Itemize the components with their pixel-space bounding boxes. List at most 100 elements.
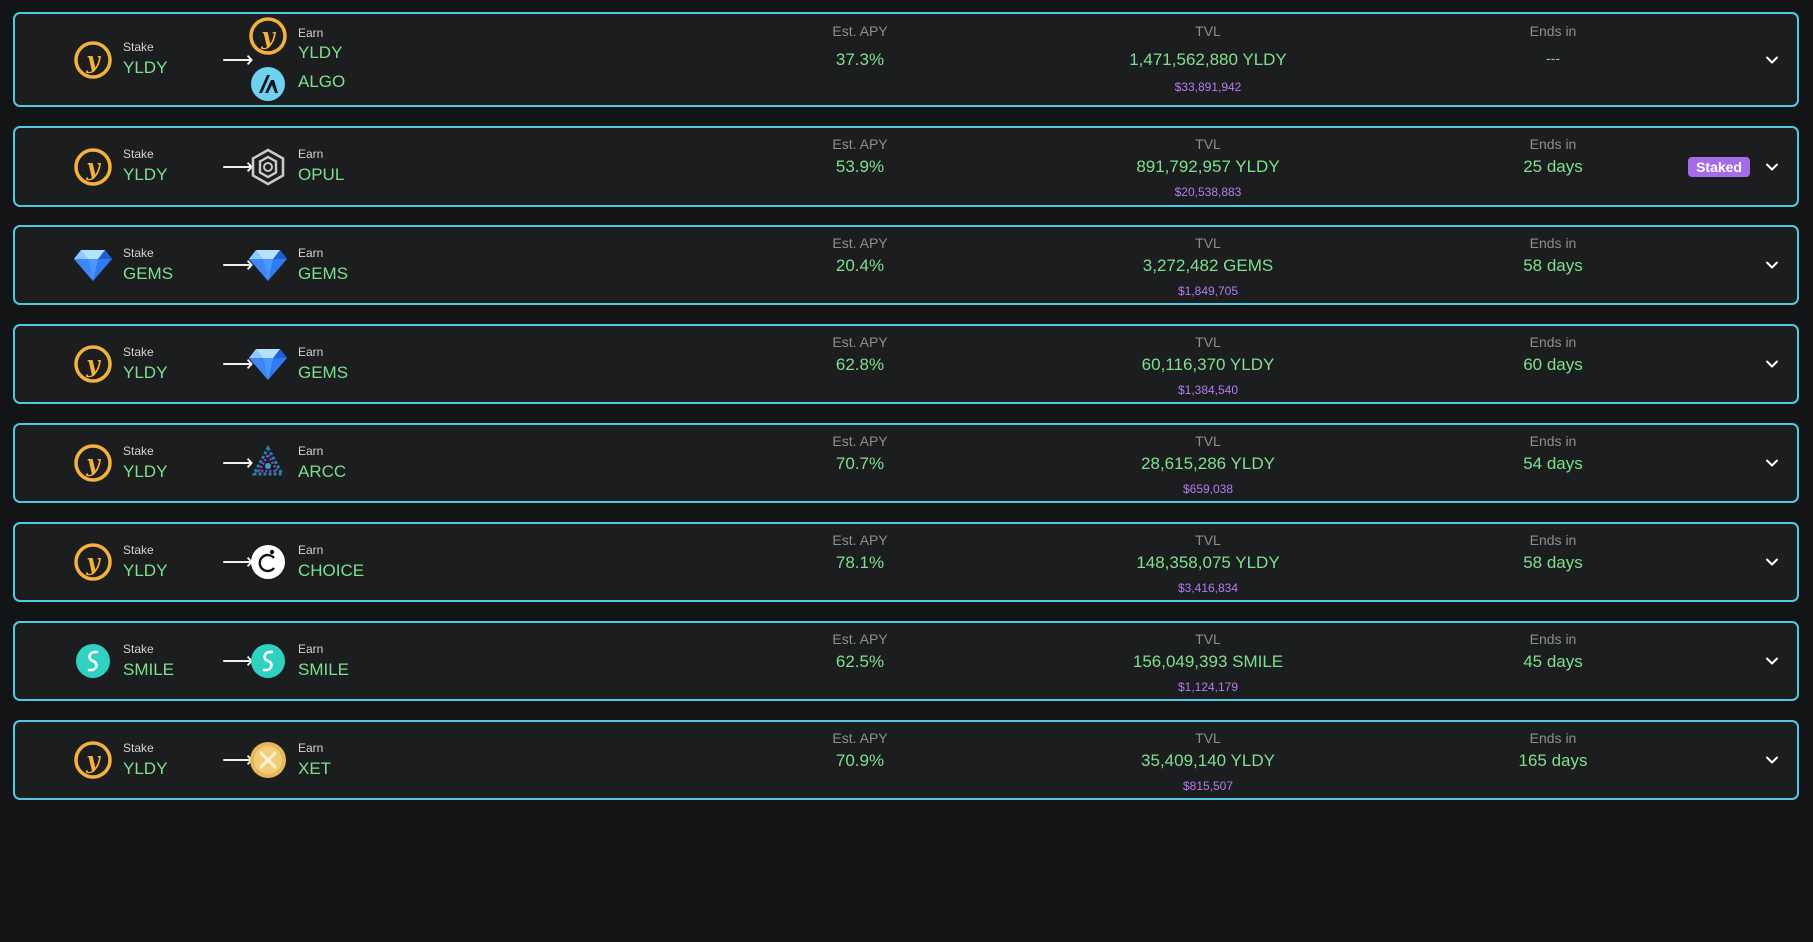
- apy-column: Est. APY 78.1%: [710, 524, 1010, 600]
- pool-row[interactable]: y Stake YLDY ⟶ Earn GEMS Est. APY 62.8% …: [13, 324, 1799, 404]
- stake-token: y Stake YLDY: [73, 425, 167, 501]
- stake-label: Stake: [123, 40, 154, 54]
- apy-value: 53.9%: [835, 157, 885, 176]
- arcc-icon: [248, 443, 288, 483]
- ends-value: 58 days: [1523, 553, 1583, 572]
- ends-header: Ends in: [1529, 631, 1577, 647]
- pool-row[interactable]: Stake SMILE ⟶ Earn SMILE Est. APY 62.5% …: [13, 621, 1799, 701]
- tvl-value: 3,272,482 GEMS: [1142, 256, 1274, 275]
- apy-value: 78.1%: [835, 553, 885, 572]
- pool-row[interactable]: y Stake YLDY ⟶ Earn ARCC Est. APY 70.7% …: [13, 423, 1799, 503]
- chevron-down-icon[interactable]: [1765, 258, 1779, 272]
- tvl-column: TVL 891,792,957 YLDY $20,538,883: [1058, 128, 1358, 205]
- tvl-column: TVL 60,116,370 YLDY $1,384,540: [1058, 326, 1358, 402]
- apy-header: Est. APY: [832, 23, 888, 39]
- pool-row[interactable]: y Stake YLDY ⟶ y Earn YLDY ALGO Est. APY…: [13, 12, 1799, 107]
- ends-value: 45 days: [1523, 652, 1583, 671]
- stake-token: y Stake YLDY: [73, 524, 167, 600]
- earn-symbol: YLDY: [298, 43, 343, 62]
- tvl-header: TVL: [1195, 433, 1221, 449]
- earn-symbol: XET: [298, 758, 332, 778]
- earn-token: Earn GEMS: [248, 227, 348, 303]
- stake-token: Stake GEMS: [73, 227, 173, 303]
- tvl-header: TVL: [1195, 136, 1221, 152]
- tvl-header: TVL: [1195, 235, 1221, 251]
- stake-symbol: YLDY: [123, 58, 168, 77]
- ends-column: Ends in 60 days: [1403, 326, 1703, 402]
- tvl-usd-value: $1,124,179: [1177, 680, 1239, 694]
- tvl-value: 35,409,140 YLDY: [1141, 751, 1275, 770]
- earn-symbol: GEMS: [298, 362, 349, 382]
- stake-label: Stake: [123, 740, 154, 755]
- opul-icon: [248, 147, 288, 187]
- yldy-icon: y: [73, 40, 113, 80]
- earn-token: Earn GEMS: [248, 326, 348, 402]
- xet-icon: [248, 740, 288, 780]
- gems-icon: [248, 344, 288, 384]
- ends-value: 60 days: [1523, 355, 1583, 374]
- stake-label: Stake: [123, 344, 154, 359]
- ends-header: Ends in: [1529, 23, 1577, 39]
- chevron-down-icon[interactable]: [1765, 456, 1779, 470]
- tvl-usd-value: $20,538,883: [1174, 185, 1242, 199]
- svg-text:y: y: [85, 154, 101, 181]
- ends-value: 58 days: [1523, 256, 1583, 275]
- apy-header: Est. APY: [832, 730, 888, 746]
- stake-label: Stake: [123, 245, 154, 260]
- stake-symbol: YLDY: [123, 165, 168, 184]
- stake-label: Stake: [123, 147, 154, 161]
- ends-header: Ends in: [1529, 136, 1577, 152]
- apy-header: Est. APY: [832, 532, 888, 548]
- svg-text:y: y: [85, 747, 101, 774]
- earn-label: Earn: [298, 542, 324, 557]
- earn-label: Earn: [298, 26, 324, 40]
- tvl-usd-value: $659,038: [1182, 482, 1234, 496]
- earn-symbol: CHOICE: [298, 560, 365, 580]
- gems-icon: [73, 245, 113, 285]
- tvl-header: TVL: [1195, 532, 1221, 548]
- earn-symbol: ARCC: [298, 461, 347, 481]
- ends-header: Ends in: [1529, 235, 1577, 251]
- ends-column: Ends in 54 days: [1403, 425, 1703, 501]
- pool-row[interactable]: Stake GEMS ⟶ Earn GEMS Est. APY 20.4% TV…: [13, 225, 1799, 305]
- earn-token: y Earn YLDY ALGO: [248, 14, 345, 105]
- tvl-header: TVL: [1195, 631, 1221, 647]
- tvl-usd-value: $815,507: [1182, 779, 1234, 793]
- tvl-value: 1,471,562,880 YLDY: [1129, 50, 1287, 69]
- apy-value: 62.8%: [835, 355, 885, 374]
- yldy-icon: y: [73, 740, 113, 780]
- chevron-down-icon[interactable]: [1765, 160, 1779, 174]
- algo-icon: [248, 64, 288, 104]
- tvl-usd-value: $3,416,834: [1177, 581, 1239, 595]
- svg-text:y: y: [85, 351, 101, 378]
- gems-icon: [248, 245, 288, 285]
- chevron-down-icon[interactable]: [1765, 555, 1779, 569]
- stake-symbol: GEMS: [123, 263, 174, 283]
- svg-text:y: y: [85, 47, 101, 74]
- apy-value: 70.7%: [835, 454, 885, 473]
- pool-row[interactable]: y Stake YLDY ⟶ Earn OPUL Est. APY 53.9% …: [13, 126, 1799, 207]
- tvl-column: TVL 35,409,140 YLDY $815,507: [1058, 722, 1358, 798]
- yldy-icon: y: [73, 344, 113, 384]
- tvl-usd-value: $1,384,540: [1177, 383, 1239, 397]
- ends-column: Ends in 58 days: [1403, 524, 1703, 600]
- pool-row[interactable]: y Stake YLDY ⟶ Earn XET Est. APY 70.9% T…: [13, 720, 1799, 800]
- chevron-down-icon[interactable]: [1765, 654, 1779, 668]
- stake-token: y Stake YLDY: [73, 722, 167, 798]
- apy-value: 37.3%: [835, 50, 885, 69]
- earn-symbol: GEMS: [298, 263, 349, 283]
- tvl-column: TVL 148,358,075 YLDY $3,416,834: [1058, 524, 1358, 600]
- stake-symbol: YLDY: [123, 362, 168, 382]
- pool-row[interactable]: y Stake YLDY ⟶ Earn CHOICE Est. APY 78.1…: [13, 522, 1799, 602]
- chevron-down-icon[interactable]: [1765, 357, 1779, 371]
- stake-token: y Stake YLDY: [73, 326, 167, 402]
- apy-header: Est. APY: [832, 334, 888, 350]
- chevron-down-icon[interactable]: [1765, 753, 1779, 767]
- smile-icon: [248, 641, 288, 681]
- stake-label: Stake: [123, 542, 154, 557]
- chevron-down-icon[interactable]: [1765, 53, 1779, 67]
- earn-symbol: SMILE: [298, 659, 350, 679]
- stake-token: y Stake YLDY: [73, 128, 167, 205]
- tvl-column: TVL 156,049,393 SMILE $1,124,179: [1058, 623, 1358, 699]
- apy-header: Est. APY: [832, 235, 888, 251]
